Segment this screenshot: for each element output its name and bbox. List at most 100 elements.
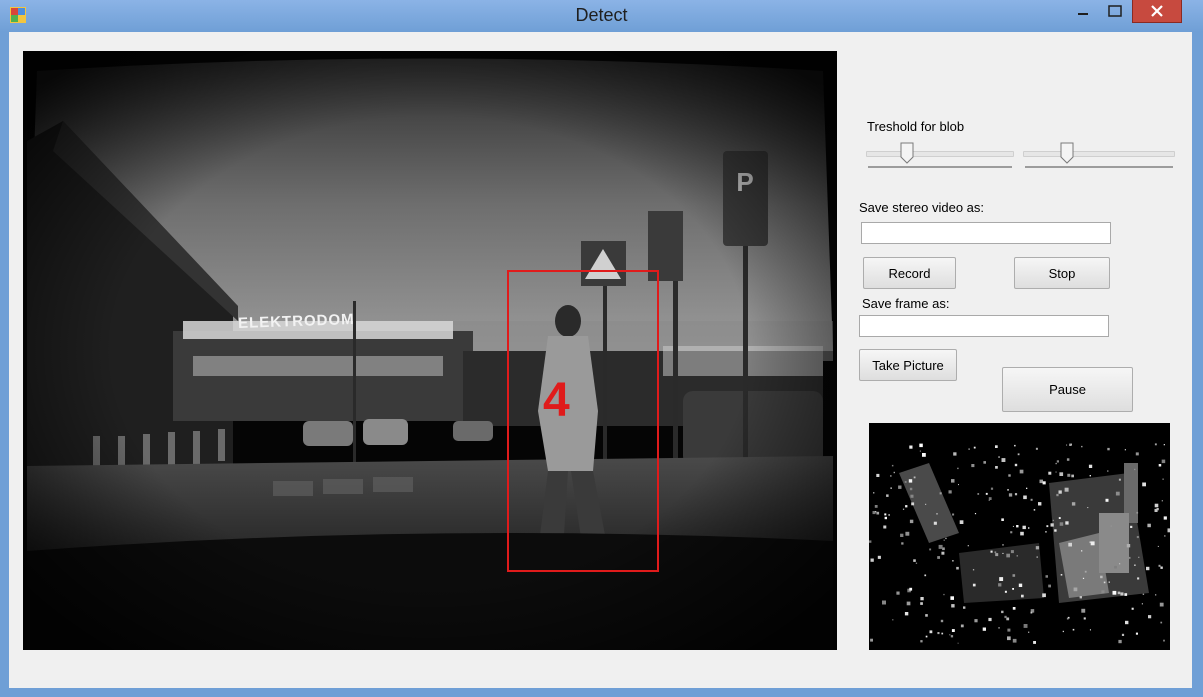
disparity-speckle [920, 640, 923, 643]
disparity-speckle [1006, 553, 1010, 558]
disparity-speckle [938, 544, 943, 549]
disparity-speckle [995, 445, 998, 448]
disparity-speckle [1048, 584, 1051, 588]
slider-thumb[interactable] [1060, 142, 1074, 164]
disparity-speckle [1128, 556, 1131, 559]
disparity-speckle [1022, 525, 1026, 530]
window-title: Detect [575, 5, 628, 25]
disparity-speckle [1118, 478, 1121, 481]
disparity-speckle [1012, 638, 1017, 643]
disparity-speckle [905, 531, 910, 536]
camera-view[interactable]: P [23, 51, 837, 650]
disparity-speckle [1016, 555, 1018, 557]
disparity-speckle [998, 583, 1002, 587]
disparity-speckle [1060, 574, 1063, 576]
disparity-speckle [957, 642, 959, 644]
disparity-speckle [963, 606, 966, 609]
threshold-slider-1[interactable] [866, 138, 1014, 174]
disparity-speckle [877, 555, 881, 559]
disparity-speckle [1119, 563, 1121, 565]
disparity-speckle [1028, 527, 1030, 529]
disparity-speckle [956, 566, 959, 570]
pause-button[interactable]: Pause [1002, 367, 1133, 412]
disparity-speckle [1073, 587, 1078, 592]
disparity-speckle [943, 593, 945, 596]
disparity-speckle [1001, 458, 1006, 462]
disparity-speckle [925, 503, 927, 505]
disparity-speckle [1136, 511, 1139, 514]
disparity-speckle [1065, 521, 1069, 525]
disparity-speckle [1001, 610, 1004, 614]
threshold-slider-2[interactable] [1023, 138, 1175, 174]
disparity-speckle [1008, 474, 1011, 477]
disparity-speckle [1163, 639, 1165, 642]
disparity-speckle [1121, 633, 1125, 636]
disparity-speckle [883, 525, 887, 529]
disparity-speckle [919, 450, 921, 452]
save-video-input[interactable] [861, 222, 1111, 244]
disparity-speckle [1033, 641, 1036, 644]
disparity-speckle [1136, 536, 1139, 539]
disparity-speckle [1081, 608, 1086, 613]
slider-track [1023, 151, 1175, 157]
disparity-speckle [937, 556, 940, 559]
disparity-speckle [1160, 621, 1163, 624]
disparity-speckle [1038, 502, 1042, 506]
minimize-button[interactable] [1068, 0, 1098, 22]
disparity-speckle [1114, 565, 1117, 569]
disparity-speckle [985, 492, 988, 495]
disparity-speckle [1155, 594, 1157, 596]
disparity-speckle [990, 487, 994, 490]
disparity-speckle [1042, 593, 1046, 598]
slider-thumb[interactable] [900, 142, 914, 164]
disparity-speckle [908, 479, 913, 483]
disparity-speckle [1161, 500, 1163, 502]
close-button[interactable] [1132, 0, 1182, 23]
disparity-speckle [874, 505, 878, 508]
disparity-speckle [951, 604, 955, 608]
disparity-speckle [1135, 452, 1139, 456]
disparity-speckle [1008, 493, 1013, 497]
disparity-speckle [929, 630, 933, 634]
disparity-speckle [882, 600, 886, 605]
disparity-speckle [873, 492, 875, 494]
disparity-speckle [988, 497, 992, 500]
disparity-speckle [951, 479, 955, 483]
disparity-speckle [1012, 607, 1016, 610]
record-button[interactable]: Record [863, 257, 956, 289]
disparity-speckle [1056, 460, 1059, 463]
disparity-speckle [1066, 444, 1068, 446]
disparity-speckle [892, 619, 894, 621]
disparity-speckle [943, 539, 945, 541]
take-picture-button[interactable]: Take Picture [859, 349, 957, 381]
title-bar[interactable]: Detect [0, 0, 1203, 32]
disparity-speckle [1014, 444, 1016, 447]
disparity-speckle [1112, 590, 1117, 595]
disparity-speckle [1088, 464, 1093, 468]
save-frame-input[interactable] [859, 315, 1109, 337]
disparity-speckle [1066, 458, 1070, 461]
disparity-view[interactable] [869, 423, 1170, 650]
stop-button[interactable]: Stop [1014, 257, 1110, 289]
disparity-speckle [884, 516, 887, 520]
disparity-speckle [925, 614, 928, 617]
disparity-speckle [890, 487, 892, 489]
disparity-speckle [1062, 630, 1064, 633]
disparity-speckle [915, 562, 918, 564]
disparity-speckle [971, 464, 975, 468]
disparity-speckle [1083, 617, 1086, 620]
disparity-speckle [1158, 564, 1161, 567]
disparity-speckle [1014, 493, 1018, 496]
disparity-speckle [1084, 570, 1087, 573]
disparity-speckle [950, 596, 954, 600]
disparity-speckle [1002, 544, 1004, 546]
disparity-speckle [1167, 528, 1170, 533]
disparity-speckle [1162, 478, 1164, 480]
disparity-speckle [1161, 459, 1166, 464]
disparity-speckle [1147, 523, 1151, 528]
disparity-speckle [959, 520, 964, 524]
disparity-speckle [1006, 617, 1010, 621]
maximize-button[interactable] [1100, 0, 1130, 22]
disparity-speckle [909, 487, 913, 491]
slider-track [866, 151, 1014, 157]
